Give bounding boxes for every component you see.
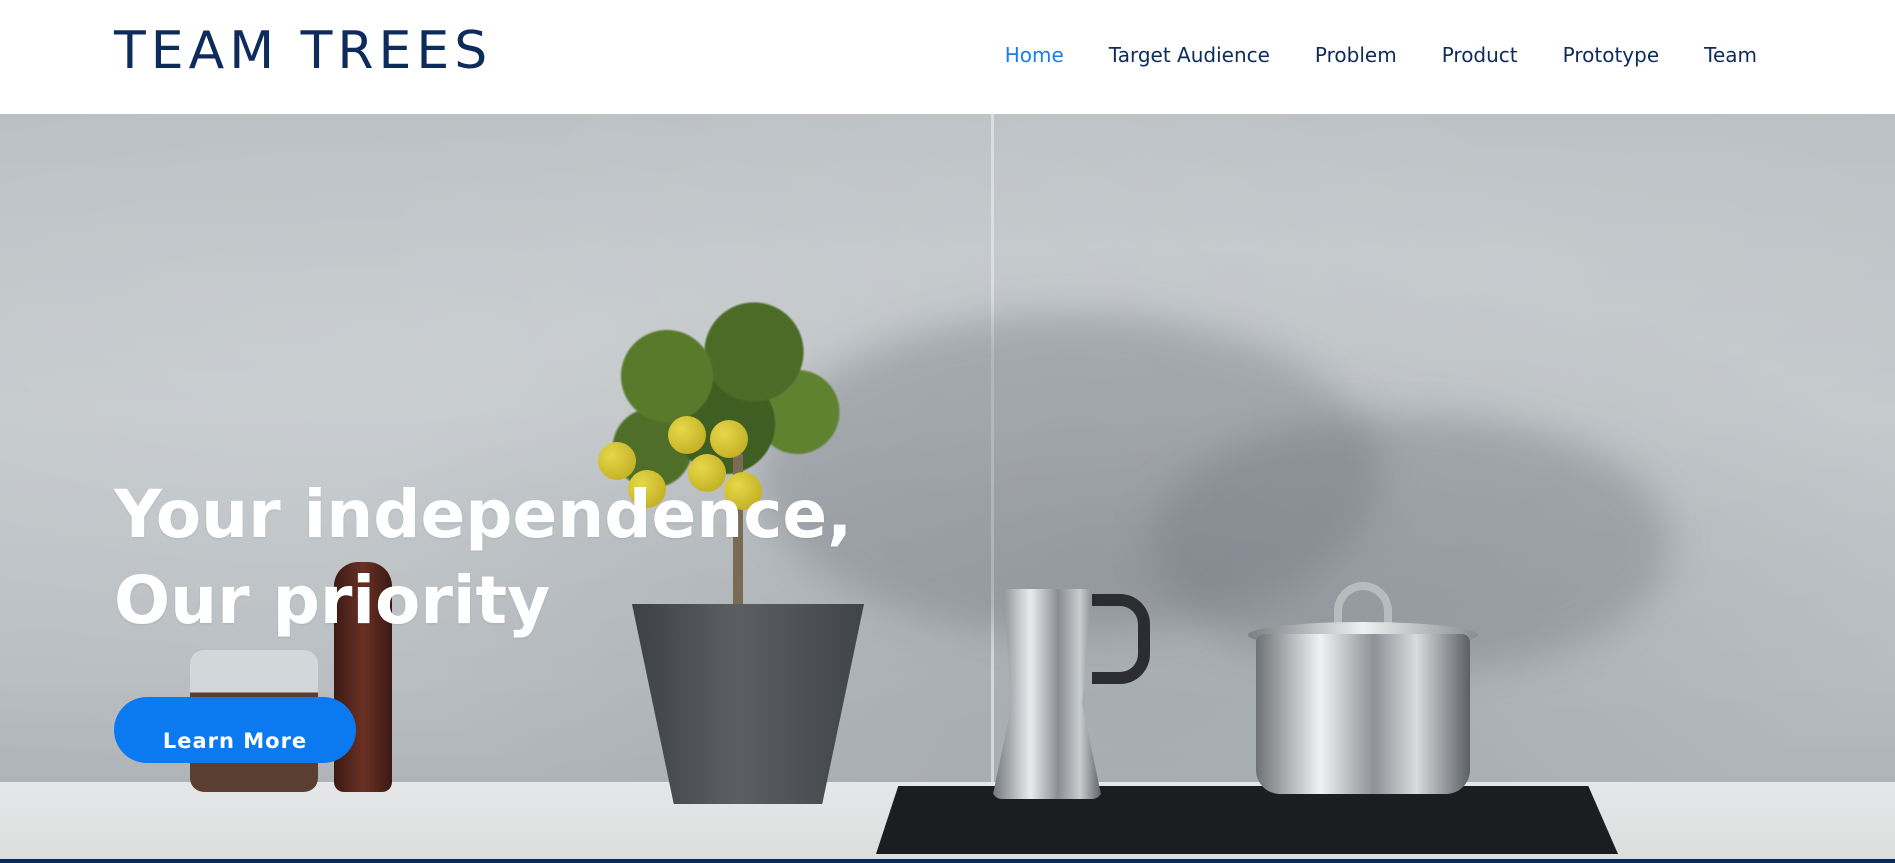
nav-team[interactable]: Team xyxy=(1704,42,1757,68)
learn-more-button[interactable]: Learn More xyxy=(114,697,356,763)
cooking-pot xyxy=(1256,634,1470,794)
hero-title: Your independence, Our priority xyxy=(114,472,852,644)
site-logo[interactable]: TEAM TREES xyxy=(114,20,492,82)
hero-title-line-1: Your independence, xyxy=(114,476,853,553)
moka-pot-handle xyxy=(1092,594,1150,684)
stovetop xyxy=(876,786,1618,854)
nav-target-audience[interactable]: Target Audience xyxy=(1109,42,1270,68)
bottom-edge-bar xyxy=(0,859,1895,863)
nav-product[interactable]: Product xyxy=(1442,42,1518,68)
hero-title-line-2: Our priority xyxy=(114,562,551,639)
nav-problem[interactable]: Problem xyxy=(1315,42,1397,68)
nav-home[interactable]: Home xyxy=(1005,42,1064,68)
main-nav: Home Target Audience Problem Product Pro… xyxy=(1005,42,1757,68)
lemon xyxy=(668,416,706,454)
lemon xyxy=(710,420,748,458)
nav-prototype[interactable]: Prototype xyxy=(1563,42,1659,68)
site-header: TEAM TREES Home Target Audience Problem … xyxy=(0,0,1895,114)
